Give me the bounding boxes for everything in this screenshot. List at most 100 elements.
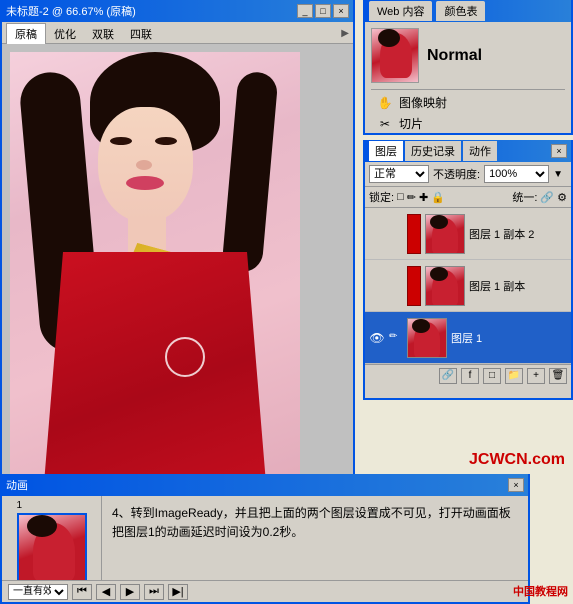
layer-item-copy[interactable]: 图层 1 副本 — [365, 260, 571, 312]
tab-scroll-arrow[interactable]: ▶ — [341, 28, 349, 39]
nose — [136, 160, 152, 170]
web-content-area: Normal ✋ 图像映射 ✂ 切片 — [365, 22, 571, 140]
tab-web-content[interactable]: Web 内容 — [369, 1, 432, 21]
opacity-label: 不透明度: — [433, 166, 480, 182]
layer-name-copy: 图层 1 副本 — [469, 278, 567, 294]
layers-link-button[interactable]: 🔗 — [439, 368, 457, 384]
lock-label: 锁定: — [369, 189, 394, 205]
layers-mask-button[interactable]: □ — [483, 368, 501, 384]
divider-1 — [371, 89, 565, 90]
image-map-icon: ✋ — [377, 95, 393, 111]
circle-tool-indicator — [165, 337, 205, 377]
layers-tabs: 图层 历史记录 动作 — [369, 141, 497, 161]
layers-controls: 正常 不透明度: 100% ▼ — [365, 162, 571, 187]
tab-actions[interactable]: 动作 — [463, 141, 497, 161]
layer-brush-icon-2 — [389, 279, 403, 293]
web-panel: Web 内容 颜色表 Normal ✋ 图像映射 ✂ 切片 — [363, 0, 573, 135]
layer-name-copy2: 图层 1 副本 2 — [469, 226, 567, 242]
layers-group-button[interactable]: 📁 — [505, 368, 523, 384]
layer-eye-icon-2[interactable] — [369, 278, 385, 294]
tab-optimized[interactable]: 优化 — [46, 24, 84, 44]
lock-brush-icon: ✏ — [407, 191, 416, 204]
layer-eye-icon[interactable] — [369, 226, 385, 242]
tab-original[interactable]: 原稿 — [6, 23, 46, 45]
tab-layers[interactable]: 图层 — [369, 141, 403, 161]
web-panel-title-bar: Web 内容 颜色表 — [365, 0, 571, 22]
layer-thumbnail-copy2 — [425, 214, 465, 254]
eye-right — [155, 137, 177, 145]
tool-slice-label: 切片 — [399, 115, 423, 132]
image-frame — [10, 52, 300, 517]
frame-number: 1 — [17, 500, 23, 511]
layer-name-base: 图层 1 — [451, 330, 567, 346]
unify-icon1: 🔗 — [540, 191, 554, 204]
layers-panel-close[interactable]: × — [551, 144, 567, 158]
layers-title-bar: 图层 历史记录 动作 × — [365, 140, 571, 162]
main-title: 未标题-2 @ 66.67% (原稿) — [6, 3, 136, 19]
layers-footer: 🔗 f □ 📁 + 🗑 — [365, 364, 571, 386]
animation-panel: 动画 × 1 0.2秒▼ 4、转到ImageReady，并且把上面的两个图层设置… — [0, 474, 530, 604]
opacity-dropdown-icon[interactable]: ▼ — [553, 169, 563, 180]
play-button[interactable]: ▶ — [120, 584, 140, 600]
lips — [126, 176, 164, 190]
hair-right — [221, 71, 278, 274]
layer-item-base[interactable]: 👁 ✏ 图层 1 — [365, 312, 571, 364]
frame-thumb-hair — [27, 515, 57, 537]
preview-thumbnail — [371, 28, 419, 83]
maximize-button[interactable]: □ — [315, 4, 331, 18]
tab-color-table[interactable]: 颜色表 — [436, 1, 485, 21]
loop-select[interactable]: 一直有效 — [8, 584, 68, 600]
tab-history[interactable]: 历史记录 — [405, 141, 461, 161]
frame-thumbnail — [17, 513, 87, 583]
layer-brush-icon-3: ✏ — [389, 331, 403, 345]
lock-move-icon: ✚ — [419, 191, 428, 204]
unify-icon2: ⚙ — [557, 191, 567, 204]
close-button[interactable]: × — [333, 4, 349, 18]
layer-thumbnail-copy — [425, 266, 465, 306]
tool-image-map[interactable]: ✋ 图像映射 — [371, 92, 565, 113]
layers-panel: 图层 历史记录 动作 × 正常 不透明度: 100% ▼ 锁定: □ ✏ ✚ 🔒… — [363, 140, 573, 400]
anim-close-button[interactable]: × — [508, 478, 524, 492]
layer-brush-icon — [389, 227, 403, 241]
watermark-text: 中国教程网 — [513, 583, 568, 599]
painting — [10, 52, 300, 517]
layer-item-copy2[interactable]: 图层 1 副本 2 — [365, 208, 571, 260]
opacity-select[interactable]: 100% — [484, 165, 549, 183]
unify-label: 统一: — [512, 189, 537, 205]
blend-mode-select[interactable]: 正常 — [369, 165, 429, 183]
lock-all-icon: 🔒 — [431, 191, 445, 204]
tab-quad[interactable]: 四联 — [122, 24, 160, 44]
normal-label: Normal — [427, 47, 482, 65]
window-controls: _ □ × — [297, 4, 349, 18]
layers-fx-button[interactable]: f — [461, 368, 479, 384]
eye-left — [110, 137, 132, 145]
layer-red-box — [407, 214, 421, 254]
thumb-hair-2 — [430, 267, 448, 281]
tool-image-map-label: 图像映射 — [399, 94, 447, 111]
play-last-button[interactable]: ▶| — [168, 584, 188, 600]
minimize-button[interactable]: _ — [297, 4, 313, 18]
anim-title-bar: 动画 × — [2, 474, 528, 496]
layers-delete-button[interactable]: 🗑 — [549, 368, 567, 384]
web-panel-tabs: Web 内容 颜色表 — [369, 1, 485, 21]
lock-icon: □ — [397, 191, 404, 203]
lock-row: 锁定: □ ✏ ✚ 🔒 统一: 🔗 ⚙ — [365, 187, 571, 208]
anim-title: 动画 — [6, 477, 28, 493]
thumbnail-row: Normal — [371, 28, 565, 83]
tool-slice[interactable]: ✂ 切片 — [371, 113, 565, 134]
layer-thumbnail-base — [407, 318, 447, 358]
tab-dual[interactable]: 双联 — [84, 24, 122, 44]
layer-eye-icon-3[interactable]: 👁 — [369, 330, 385, 346]
tabs-bar: 原稿 优化 双联 四联 ▶ — [2, 22, 353, 44]
watermark-jcwcn: JCWCN.com — [469, 451, 565, 469]
play-first-button[interactable]: ⏮ — [72, 584, 92, 600]
thumb-hair — [378, 29, 400, 47]
thumb-hair — [430, 215, 448, 229]
anim-controls-bar: 一直有效 ⏮ ◀ ▶ ⏭ ▶| — [2, 580, 528, 602]
layers-new-button[interactable]: + — [527, 368, 545, 384]
thumb-hair-3 — [412, 319, 430, 333]
layer-red-box-2 — [407, 266, 421, 306]
play-prev-button[interactable]: ◀ — [96, 584, 116, 600]
slice-icon: ✂ — [377, 116, 393, 132]
play-next-button[interactable]: ⏭ — [144, 584, 164, 600]
